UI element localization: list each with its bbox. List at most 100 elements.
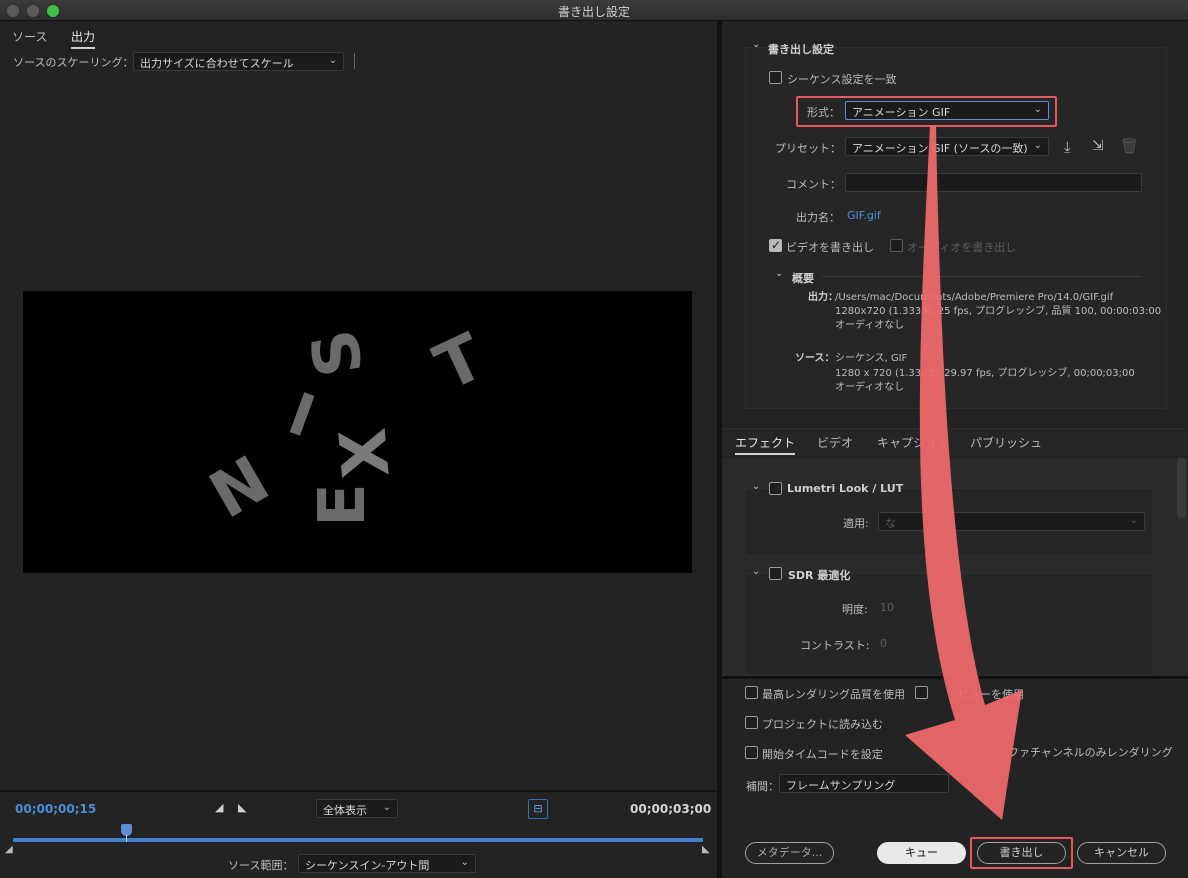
zoom-dropdown[interactable]: 全体表示 ⌄: [316, 799, 398, 818]
sdr-title: SDR 最適化: [788, 569, 851, 582]
tab-captions[interactable]: キャプション: [877, 434, 949, 451]
use-previews-checkbox[interactable]: [915, 686, 928, 699]
interp-label: 補間：: [746, 780, 779, 793]
interp-dropdown[interactable]: フレームサンプリング: [779, 774, 949, 793]
alpha-only-label: ファチャンネルのみレンダリング: [1008, 746, 1173, 759]
export-settings-title: 書き出し設定: [768, 43, 834, 56]
export-video-checkbox[interactable]: [769, 238, 782, 252]
chevron-down-icon: ⌄: [1129, 515, 1138, 526]
in-point-marker-icon[interactable]: ◢: [5, 844, 13, 855]
tab-source[interactable]: ソース: [12, 28, 47, 45]
bottom-divider: [722, 676, 1188, 679]
timeline-divider: [0, 790, 717, 792]
start-timecode-label: 開始タイムコードを設定: [762, 748, 883, 761]
apply-label: 適用:: [843, 517, 869, 530]
sdr-panel: [745, 573, 1154, 676]
sdr-checkbox[interactable]: [769, 567, 782, 580]
zoom-value: 全体表示: [323, 804, 367, 817]
comment-field[interactable]: [845, 173, 1142, 192]
preview-letter: X: [326, 425, 405, 481]
max-quality-checkbox[interactable]: [745, 686, 758, 699]
brightness-value[interactable]: 10: [880, 601, 894, 614]
playhead-line: [126, 835, 127, 842]
preview-letter: T: [424, 320, 496, 406]
summary-output-line: /Users/mac/Documents/Adobe/Premiere Pro/…: [835, 292, 1114, 303]
output-name-link[interactable]: GIF.gif: [847, 209, 881, 222]
output-name-label: 出力名：: [796, 211, 840, 224]
chevron-down-icon[interactable]: ⌄: [775, 268, 783, 279]
match-sequence-checkbox[interactable]: [769, 71, 782, 84]
queue-button[interactable]: キュー: [877, 842, 966, 864]
chevron-down-icon: ⌄: [382, 802, 391, 813]
chevron-down-icon: ⌄: [328, 55, 337, 66]
timeline-bar[interactable]: [13, 838, 703, 842]
tab-publish[interactable]: パブリッシュ: [970, 434, 1042, 451]
out-point-marker-icon[interactable]: ◣: [702, 844, 710, 855]
import-project-label: プロジェクトに読み込む: [762, 718, 883, 731]
summary-output-label: 出力：: [808, 292, 838, 303]
scaling-label: ソースのスケーリング：: [13, 56, 134, 69]
scaling-dropdown[interactable]: 出力サイズに合わせてスケール ⌄: [133, 52, 344, 71]
summary-title: 概要: [792, 272, 814, 285]
contrast-label: コントラスト:: [800, 639, 870, 652]
current-timecode[interactable]: 00;00;00;15: [15, 802, 96, 816]
preview-letter: S: [297, 323, 379, 383]
window-title: 書き出し設定: [557, 5, 630, 19]
export-button[interactable]: 書き出し: [977, 842, 1066, 864]
preset-label: プリセット：: [775, 142, 841, 155]
contrast-value[interactable]: 0: [880, 637, 887, 650]
chevron-down-icon: ⌄: [460, 857, 469, 868]
chevron-down-icon[interactable]: ⌄: [752, 566, 760, 577]
preview-letter: E: [305, 483, 380, 527]
comment-label: コメント：: [786, 178, 841, 191]
match-sequence-label: シーケンス設定を一致: [787, 73, 897, 86]
end-timecode: 00;00;03;00: [630, 802, 712, 816]
summary-source-line: オーディオなし: [835, 382, 905, 393]
source-range-label: ソース範囲：: [228, 859, 294, 872]
format-dropdown[interactable]: アニメーション GIF ⌄: [845, 101, 1049, 120]
start-timecode-checkbox[interactable]: [745, 746, 758, 759]
tab-video[interactable]: ビデオ: [817, 434, 853, 451]
preset-dropdown[interactable]: アニメーション GIF (ソースの一致) ⌄: [845, 137, 1049, 156]
title-bar: 書き出し設定: [0, 0, 1188, 21]
tab-output[interactable]: 出力: [71, 28, 96, 49]
mark-out-icon[interactable]: ◣: [238, 801, 246, 814]
summary-output-line: 1280x720 (1.3333), 25 fps, プログレッシブ, 品質 1…: [835, 306, 1162, 317]
mark-in-icon[interactable]: ◢: [215, 801, 223, 814]
import-project-checkbox[interactable]: [745, 716, 758, 729]
max-quality-label: 最高レンダリング品質を使用: [762, 688, 905, 701]
lumetri-checkbox[interactable]: [769, 482, 782, 495]
preview-letter: I: [280, 379, 324, 451]
cancel-button[interactable]: キャンセル: [1077, 842, 1166, 864]
delete-preset-icon[interactable]: 🗑: [1120, 137, 1139, 155]
chevron-down-icon: ⌄: [1033, 140, 1042, 151]
toolbar-divider: [354, 53, 355, 69]
import-preset-icon[interactable]: ⇲: [1092, 138, 1104, 154]
scaling-value: 出力サイズに合わせてスケール: [140, 57, 294, 70]
summary-source-label: ソース：: [795, 353, 835, 364]
chevron-down-icon[interactable]: ⌄: [752, 39, 760, 50]
source-range-value: シーケンスイン-アウト間: [305, 859, 430, 872]
effects-scrollbar[interactable]: [1177, 458, 1186, 518]
metadata-button[interactable]: メタデータ...: [745, 842, 834, 864]
summary-output-line: オーディオなし: [835, 320, 905, 331]
save-preset-icon[interactable]: ⤓: [1064, 138, 1071, 156]
lumetri-title: Lumetri Look / LUT: [787, 482, 904, 495]
apply-value: な: [885, 517, 896, 530]
tab-effects[interactable]: エフェクト: [735, 434, 796, 455]
export-audio-label: オーディオを書き出し: [907, 241, 1017, 254]
format-value: アニメーション GIF: [852, 106, 951, 119]
apply-dropdown[interactable]: な ⌄: [878, 512, 1145, 531]
summary-divider: [822, 276, 1142, 277]
export-audio-checkbox[interactable]: [890, 239, 903, 252]
chevron-down-icon: ⌄: [1033, 104, 1042, 115]
fit-frame-icon[interactable]: ⊟: [528, 799, 548, 819]
summary-source-line: シーケンス, GIF: [835, 353, 908, 364]
source-range-dropdown[interactable]: シーケンスイン-アウト間 ⌄: [298, 854, 476, 873]
brightness-label: 明度:: [842, 603, 868, 616]
preview-letter: N: [198, 442, 282, 534]
interp-value: フレームサンプリング: [786, 779, 896, 792]
chevron-down-icon[interactable]: ⌄: [752, 481, 760, 492]
summary-source-line: 1280 x 720 (1.3333), 29.97 fps, プログレッシブ,…: [835, 368, 1135, 379]
use-previews-label: ビューを使用: [958, 688, 1024, 701]
